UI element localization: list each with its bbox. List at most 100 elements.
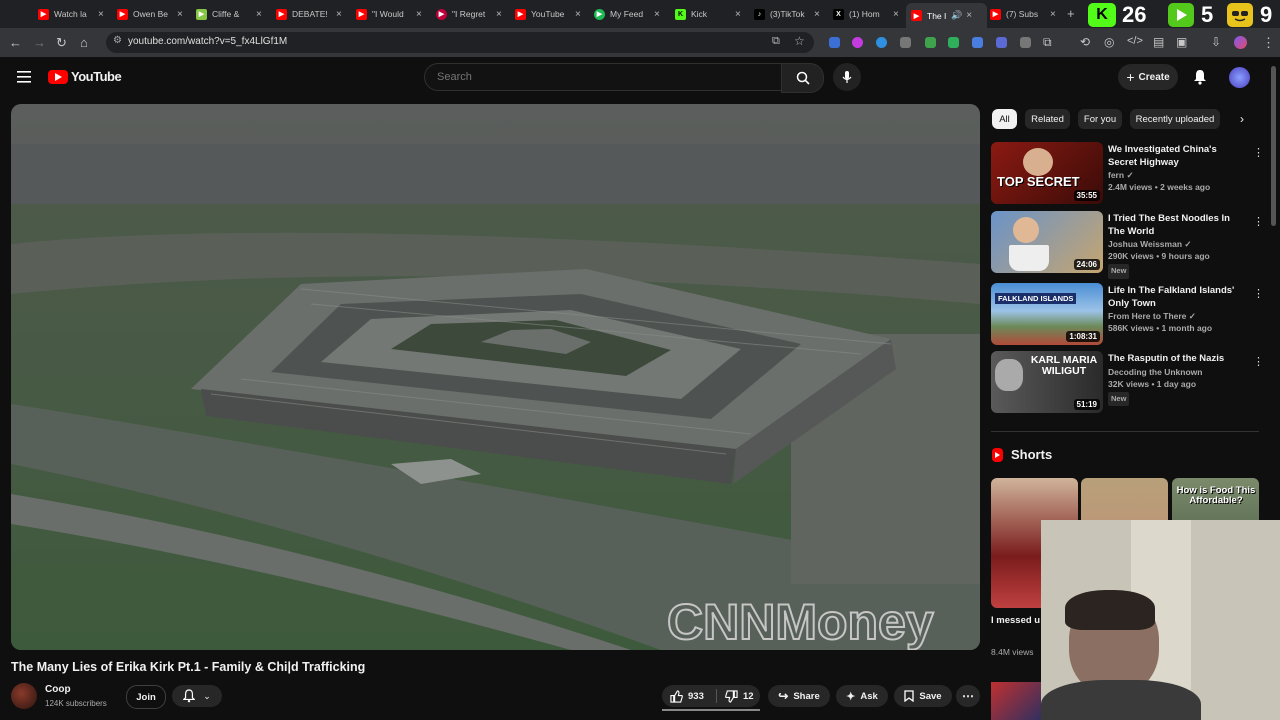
video-title[interactable]: The Rasputin of the Nazis xyxy=(1108,353,1243,366)
short-thumbnail[interactable] xyxy=(991,682,1041,720)
close-icon[interactable]: × xyxy=(496,9,502,20)
chip-recently-uploaded[interactable]: Recently uploaded xyxy=(1130,109,1220,129)
extension-icon[interactable] xyxy=(948,37,959,48)
account-avatar[interactable] xyxy=(1229,67,1250,88)
site-info-icon[interactable]: ⚙ xyxy=(113,35,122,46)
browser-tab[interactable]: ▶ Cliffe & × xyxy=(196,4,266,24)
close-icon[interactable]: × xyxy=(256,9,262,20)
recommended-video[interactable]: 24:06 I Tried The Best Noodles In The Wo… xyxy=(991,211,1264,279)
save-button[interactable]: Save xyxy=(894,685,952,707)
browser-tab[interactable]: ▶ My Feed × xyxy=(594,4,664,24)
channel-name[interactable]: Coop xyxy=(45,684,71,695)
voice-search-button[interactable] xyxy=(833,63,861,91)
more-vertical-icon[interactable]: ⋮ xyxy=(1253,146,1264,159)
chip-for-you[interactable]: For you xyxy=(1078,109,1122,129)
join-button[interactable]: Join xyxy=(126,685,166,709)
forward-icon[interactable]: → xyxy=(33,35,46,50)
close-icon[interactable]: × xyxy=(814,9,820,20)
reload-icon[interactable]: ↻ xyxy=(56,35,67,51)
browser-tab-active[interactable]: ▶ The I 🔊 × xyxy=(906,3,987,28)
close-icon[interactable]: × xyxy=(336,9,342,20)
more-vertical-icon[interactable]: ⋮ xyxy=(1253,355,1264,368)
like-button[interactable]: 933 xyxy=(662,689,716,703)
downloads-icon[interactable]: ⇩ xyxy=(1211,35,1221,49)
reading-list-icon[interactable]: ▤ xyxy=(1153,35,1164,49)
extension-icon[interactable] xyxy=(829,37,840,48)
recommended-video[interactable]: TOP SECRET 35:55 We Investigated China's… xyxy=(991,142,1264,206)
recommended-video[interactable]: FALKLAND ISLANDS 1:08:31 Life In The Fal… xyxy=(991,283,1264,347)
channel-avatar[interactable] xyxy=(11,683,37,709)
video-title[interactable]: I Tried The Best Noodles In The World xyxy=(1108,213,1243,238)
browser-tab[interactable]: ▶ Watch la × xyxy=(38,4,108,24)
new-tab-button[interactable]: + xyxy=(1067,6,1075,21)
channel-name[interactable]: From Here to There ✓ xyxy=(1108,310,1243,322)
video-player[interactable]: CNNMoney xyxy=(11,104,980,650)
profile-avatar[interactable] xyxy=(1234,36,1247,49)
short-title[interactable]: I messed u xyxy=(991,615,1040,626)
address-bar[interactable]: ⚙ youtube.com/watch?v=5_fx4LlGf1M ⧉ ☆ xyxy=(106,32,814,53)
recommended-video[interactable]: KARL MARIA WILIGUT 51:19 The Rasputin of… xyxy=(991,351,1264,415)
youtube-logo[interactable]: YouTube xyxy=(48,69,122,84)
share-button[interactable]: ↪ Share xyxy=(768,685,830,707)
media-icon[interactable]: ◎ xyxy=(1104,35,1114,49)
history-icon[interactable]: ⟲ xyxy=(1080,35,1090,49)
video-thumbnail[interactable]: KARL MARIA WILIGUT 51:19 xyxy=(991,351,1103,413)
back-icon[interactable]: ← xyxy=(9,35,22,50)
extension-icon[interactable] xyxy=(996,37,1007,48)
subscription-bell-button[interactable]: ⌄ xyxy=(172,685,222,707)
video-thumbnail[interactable]: FALKLAND ISLANDS 1:08:31 xyxy=(991,283,1103,345)
chip-all[interactable]: All xyxy=(992,109,1017,129)
devtools-icon[interactable]: </> xyxy=(1127,35,1143,47)
extension-icon[interactable] xyxy=(900,37,911,48)
close-icon[interactable]: × xyxy=(893,9,899,20)
close-icon[interactable]: × xyxy=(735,9,741,20)
chevron-right-icon[interactable]: › xyxy=(1240,112,1244,126)
video-thumbnail[interactable]: TOP SECRET 35:55 xyxy=(991,142,1103,204)
install-icon[interactable]: ⧉ xyxy=(772,35,780,48)
browser-tab[interactable]: ♪ (3)TikTok × xyxy=(754,4,824,24)
home-icon[interactable]: ⌂ xyxy=(80,35,88,50)
dislike-button[interactable]: 12 xyxy=(717,689,754,703)
video-thumbnail[interactable]: 24:06 xyxy=(991,211,1103,273)
browser-tab[interactable]: ▶ YouTube × xyxy=(515,4,585,24)
more-vertical-icon[interactable]: ⋮ xyxy=(1253,287,1264,300)
extension-icon[interactable] xyxy=(1020,37,1031,48)
more-vertical-icon[interactable]: ⋮ xyxy=(1253,215,1264,228)
extension-icon[interactable] xyxy=(925,37,936,48)
browser-tab[interactable]: ▶ "I Regret × xyxy=(436,4,506,24)
browser-tab[interactable]: ▶ Owen Be × xyxy=(117,4,187,24)
browser-tab[interactable]: ▶ DEBATE! × xyxy=(276,4,346,24)
hamburger-menu-icon[interactable] xyxy=(17,70,31,88)
search-box[interactable] xyxy=(424,63,783,91)
page-scrollbar[interactable] xyxy=(1271,66,1276,226)
browser-tab[interactable]: K Kick × xyxy=(675,4,745,24)
ask-button[interactable]: ✦ Ask xyxy=(836,685,888,707)
channel-name[interactable]: fern ✓ xyxy=(1108,169,1243,181)
close-icon[interactable]: × xyxy=(966,10,972,21)
create-button[interactable]: + Create xyxy=(1118,64,1178,90)
close-icon[interactable]: × xyxy=(1050,9,1056,20)
close-icon[interactable]: × xyxy=(177,9,183,20)
browser-menu-icon[interactable]: ⋮ xyxy=(1262,35,1275,51)
search-button[interactable] xyxy=(781,63,824,93)
channel-name[interactable]: Decoding the Unknown xyxy=(1108,366,1243,378)
chip-related[interactable]: Related xyxy=(1025,109,1070,129)
extensions-puzzle-icon[interactable]: ⧉ xyxy=(1043,35,1052,50)
speaker-icon[interactable]: 🔊 xyxy=(951,10,962,21)
extension-icon[interactable] xyxy=(876,37,887,48)
sidebar-icon[interactable]: ▣ xyxy=(1176,35,1187,49)
browser-tab[interactable]: ▶ "I Would × xyxy=(356,4,426,24)
extension-icon[interactable] xyxy=(972,37,983,48)
more-actions-button[interactable]: ⋯ xyxy=(956,685,980,707)
browser-tab[interactable]: ▶ (7) Subs × xyxy=(990,4,1060,24)
close-icon[interactable]: × xyxy=(416,9,422,20)
notifications-bell-icon[interactable] xyxy=(1193,69,1207,90)
video-title[interactable]: Life In The Falkland Islands' Only Town xyxy=(1108,285,1243,310)
browser-tab[interactable]: X (1) Hom × xyxy=(833,4,903,24)
close-icon[interactable]: × xyxy=(654,9,660,20)
close-icon[interactable]: × xyxy=(575,9,581,20)
extension-icon[interactable] xyxy=(852,37,863,48)
close-icon[interactable]: × xyxy=(98,9,104,20)
channel-name[interactable]: Joshua Weissman ✓ xyxy=(1108,238,1243,250)
search-input[interactable] xyxy=(435,70,759,84)
